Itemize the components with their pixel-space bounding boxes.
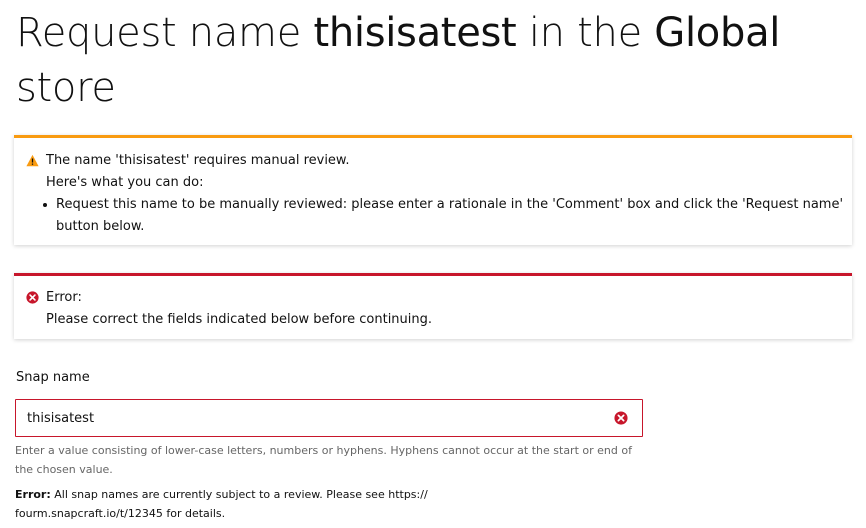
caution-option-line2: button below.: [56, 219, 145, 234]
title-suffix: store: [16, 65, 116, 111]
caution-options-list: Request this name to be manually reviewe…: [43, 194, 844, 238]
title-snap-name: thisisatest: [313, 10, 517, 56]
caution-subheading: Here's what you can do:: [46, 175, 204, 190]
snap-name-input[interactable]: [16, 400, 642, 436]
error-notification: Error: Please correct the fields indicat…: [14, 273, 852, 339]
title-prefix: Request name: [16, 10, 314, 56]
error-line2: fourm.snapcraft.io/t/12345 for details.: [15, 507, 226, 520]
error-line1: Error: All snap names are currently subj…: [15, 485, 485, 504]
page: Request name thisisatest in the Global st…: [0, 0, 866, 528]
page-title: Request name thisisatest in the Global st…: [16, 6, 846, 116]
input-error-icon: [614, 411, 628, 425]
snap-name-label: Snap name: [16, 370, 90, 385]
help-line2: the chosen value.: [15, 463, 113, 476]
caution-notification: The name 'thisisatest' requires manual r…: [14, 135, 852, 245]
help-line1: Enter a value consisting of lower-case l…: [15, 444, 632, 457]
snap-name-help-text: Enter a value consisting of lower-case l…: [15, 441, 651, 479]
list-item: Request this name to be manually reviewe…: [43, 194, 844, 238]
error-notification-title: Error:: [46, 290, 82, 305]
caution-message: The name 'thisisatest' requires manual r…: [46, 153, 350, 168]
snap-name-field: [15, 399, 643, 437]
error-text-label: Error:: [15, 488, 51, 501]
snap-name-error-text: Error: All snap names are currently subj…: [15, 485, 485, 523]
title-middle: in the: [516, 10, 655, 56]
title-store: Global: [654, 10, 781, 56]
error-notification-message: Please correct the fields indicated belo…: [46, 312, 433, 327]
error-text-body: All snap names are currently subject to …: [50, 488, 428, 501]
error-icon: [26, 291, 39, 304]
warning-icon: [26, 154, 39, 167]
caution-option-line1: Request this name to be manually reviewe…: [56, 197, 844, 212]
